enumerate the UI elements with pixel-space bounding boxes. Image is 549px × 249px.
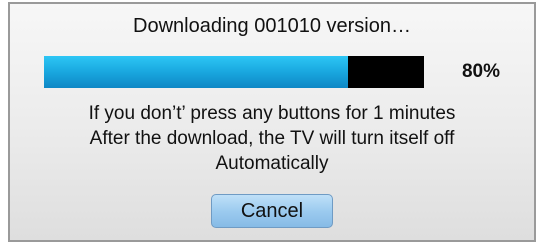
download-dialog: Downloading 001010 version… 80% If you d…: [8, 2, 536, 242]
dialog-message: If you don’t’ press any buttons for 1 mi…: [10, 101, 534, 176]
progress-fill: [44, 56, 348, 88]
message-line-2: After the download, the TV will turn its…: [89, 128, 455, 149]
message-line-1: If you don’t’ press any buttons for 1 mi…: [88, 103, 456, 124]
cancel-button[interactable]: Cancel: [211, 194, 333, 228]
progress-percent-label: 80%: [461, 61, 501, 82]
message-line-3: Automatically: [215, 153, 329, 174]
download-progress-bar: [44, 56, 424, 88]
dialog-title: Downloading 001010 version…: [133, 15, 411, 37]
